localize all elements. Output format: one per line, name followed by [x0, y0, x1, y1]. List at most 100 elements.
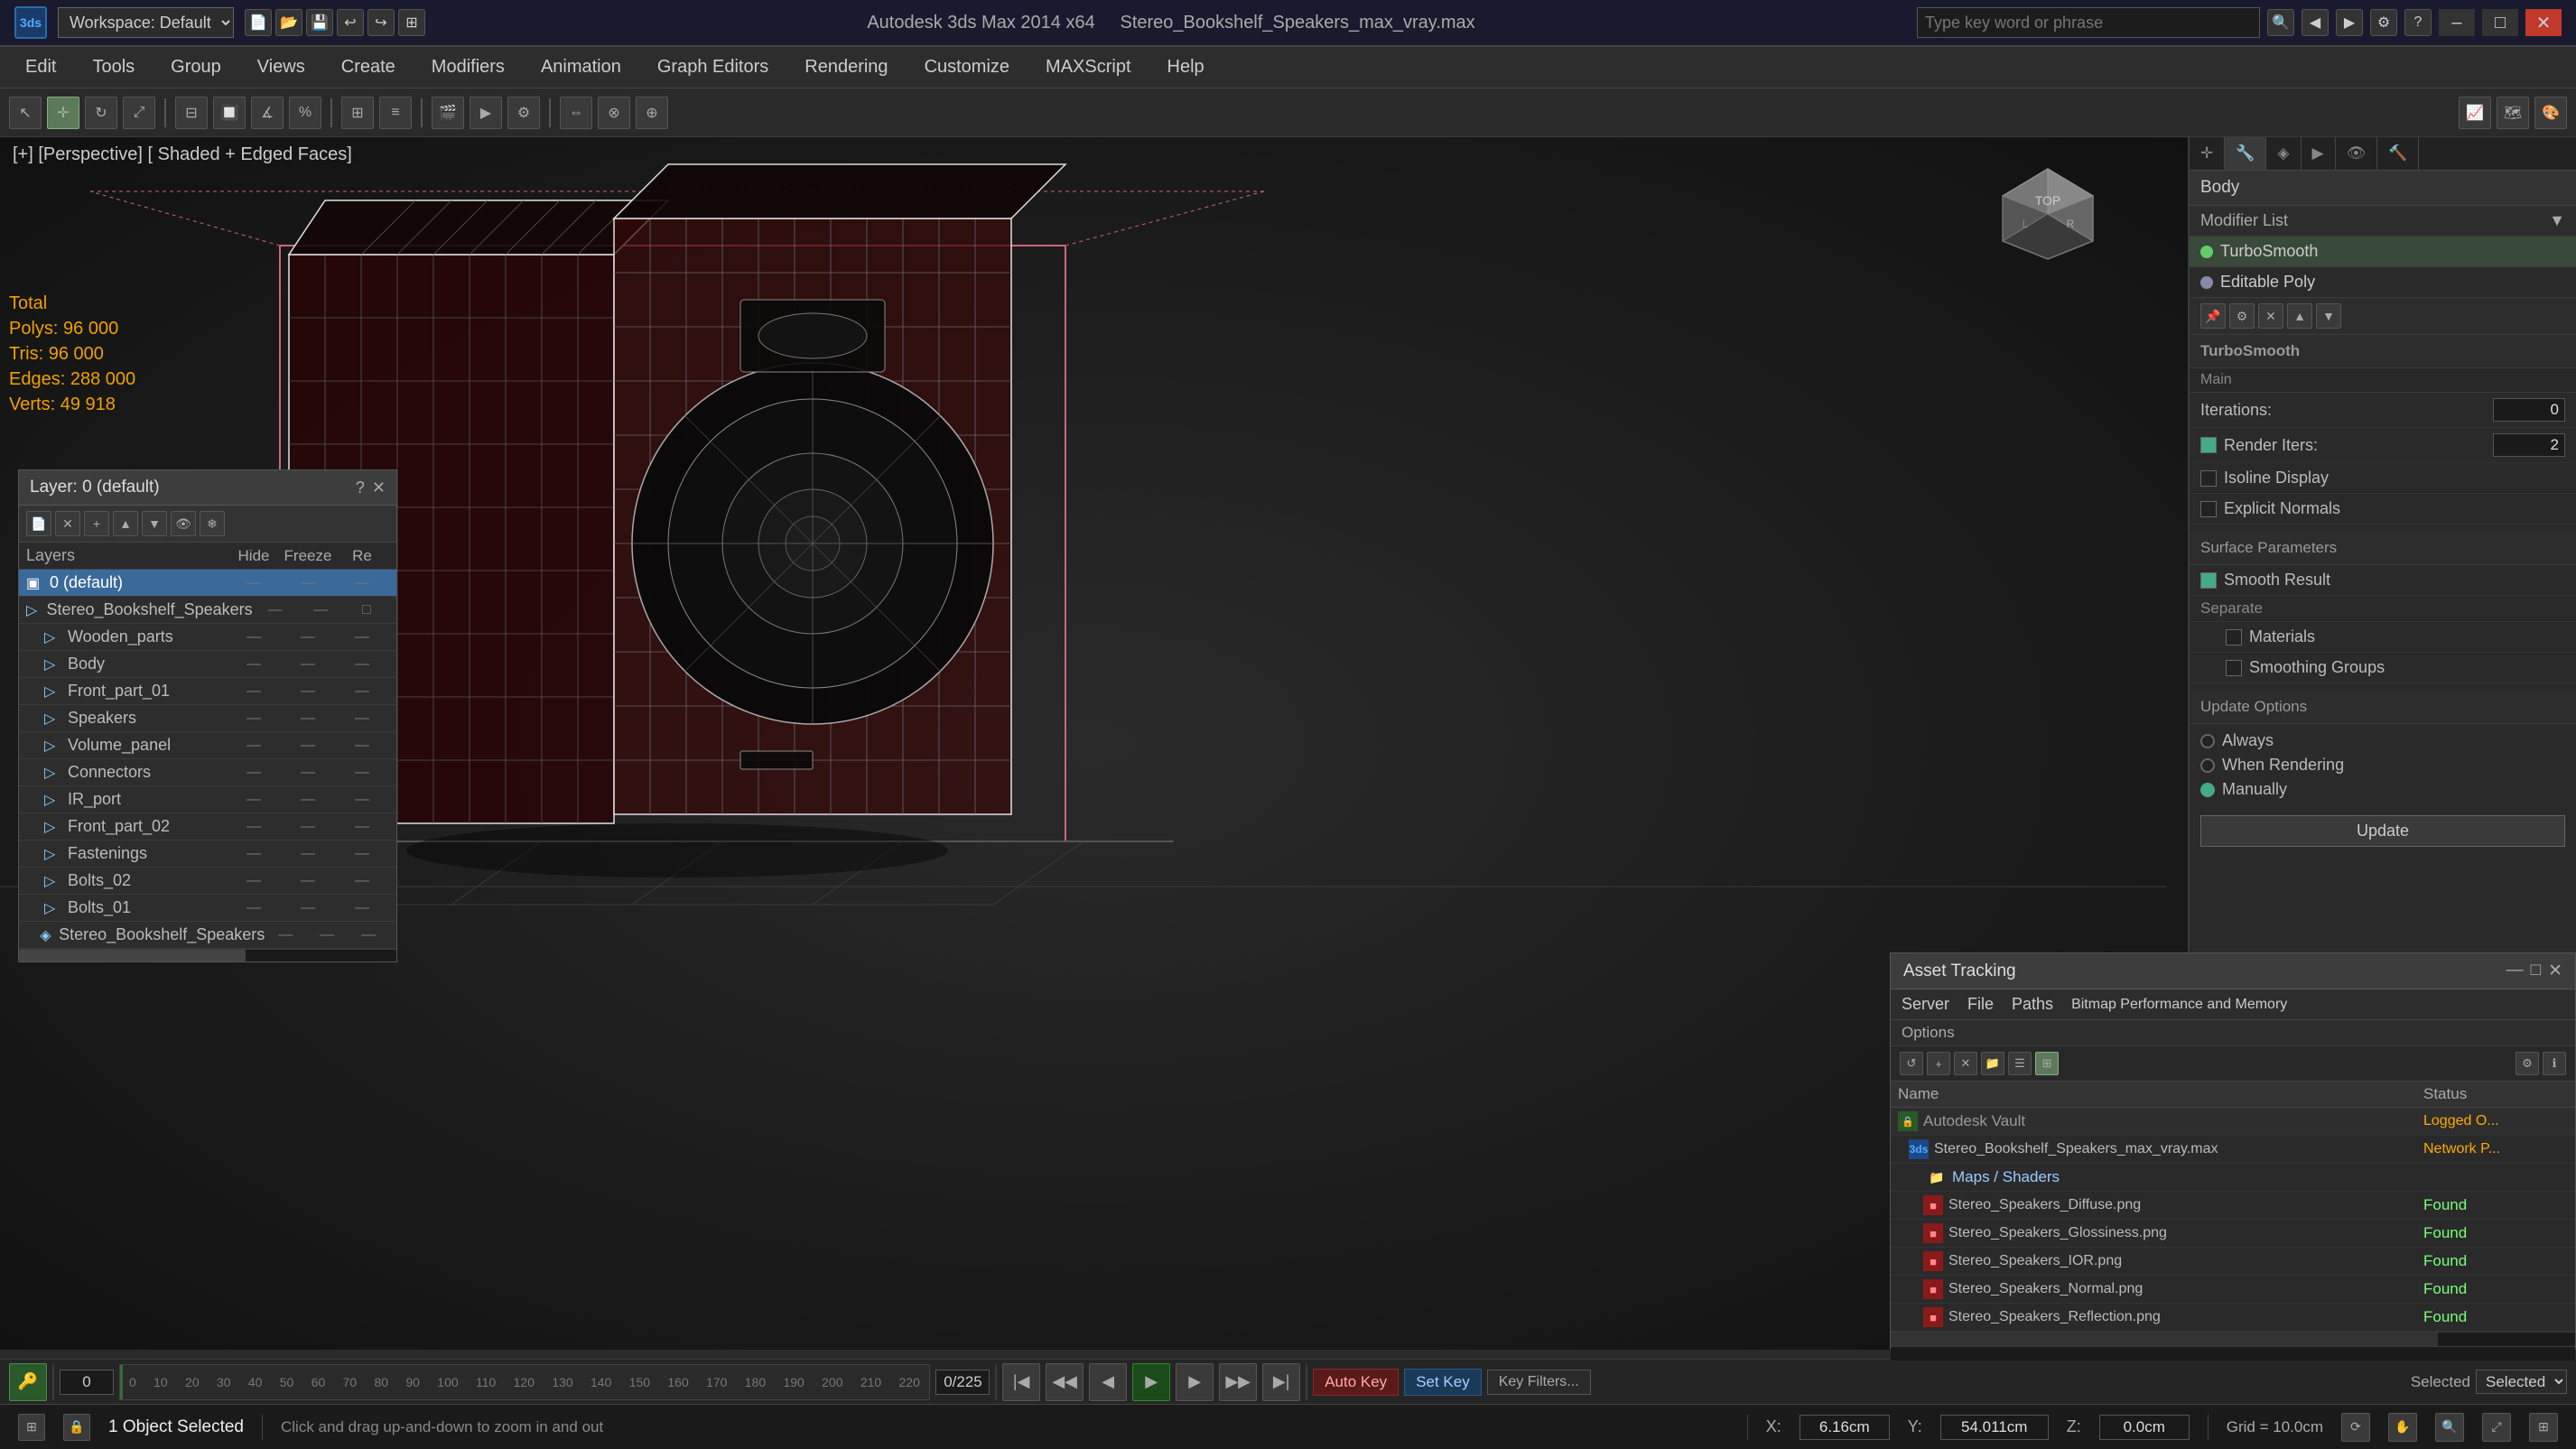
menu-group[interactable]: Group [154, 51, 237, 83]
select-tool[interactable]: ↖ [9, 97, 42, 129]
help-icon[interactable]: ? [2404, 9, 2432, 36]
asset-row-t2[interactable]: ■ Stereo_Speakers_Glossiness.png Found [1891, 1220, 2575, 1248]
minimize-button[interactable]: – [2439, 9, 2475, 36]
layer-item-6[interactable]: ▷ Volume_panel — — — [19, 732, 396, 759]
new-file-icon[interactable]: 📄 [245, 9, 272, 36]
settings-icon[interactable]: ⚙ [2370, 9, 2397, 36]
move-tool[interactable]: ✛ [47, 97, 79, 129]
mirror-tool[interactable]: ⇔ [560, 97, 592, 129]
next-frame-btn[interactable]: ▶ [1176, 1363, 1214, 1401]
search-icon[interactable]: 🔍 [2267, 9, 2294, 36]
go-start-btn[interactable]: |◀ [1002, 1363, 1040, 1401]
modifier-editable-poly[interactable]: Editable Poly [2190, 267, 2576, 298]
save-file-icon[interactable]: 💾 [306, 9, 333, 36]
go-end-btn[interactable]: ▶| [1262, 1363, 1300, 1401]
mod-up-btn[interactable]: ▲ [2287, 303, 2312, 329]
rp-tab-create[interactable]: ✛ [2190, 137, 2225, 170]
asset-row-t4[interactable]: ■ Stereo_Speakers_Normal.png Found [1891, 1276, 2575, 1304]
array-tool[interactable]: ⊗ [598, 97, 630, 129]
layer-item-0[interactable]: ▣ 0 (default) — — — [19, 570, 396, 597]
layers-delete-btn[interactable]: ✕ [55, 511, 80, 536]
quick-render-tool[interactable]: ▶ [470, 97, 502, 129]
asset-add-btn[interactable]: + [1927, 1052, 1950, 1075]
zoom-extent-all-btn[interactable]: ⤢ [2482, 1413, 2511, 1442]
when-rendering-radio[interactable]: When Rendering [2200, 756, 2565, 775]
play-btn[interactable]: ▶ [1132, 1363, 1170, 1401]
layer-item-13[interactable]: ◈ Stereo_Bookshelf_Speakers — — — [19, 922, 396, 949]
selected-dropdown[interactable]: Selected [2476, 1370, 2567, 1394]
asset-options-label[interactable]: Options [1902, 1024, 1955, 1041]
set-key-btn[interactable]: Set Key [1404, 1369, 1482, 1396]
asset-minimize-btn[interactable]: — [2506, 961, 2524, 981]
render-iters-input[interactable] [2493, 433, 2565, 457]
grid-icon[interactable]: ⊞ [18, 1414, 45, 1441]
pan-btn[interactable]: ✋ [2388, 1413, 2417, 1442]
next-search-icon[interactable]: ▶ [2336, 9, 2363, 36]
prev-search-icon[interactable]: ◀ [2302, 9, 2329, 36]
asset-close-btn[interactable]: ✕ [2548, 961, 2562, 981]
always-radio[interactable]: Always [2200, 731, 2565, 750]
layer-item-1[interactable]: ▷ Stereo_Bookshelf_Speakers — — □ [19, 597, 396, 624]
asset-remove-btn[interactable]: ✕ [1954, 1052, 1977, 1075]
schematic-view-tool[interactable]: 🗺 [2497, 97, 2529, 129]
layer-item-7[interactable]: ▷ Connectors — — — [19, 759, 396, 786]
explicit-normals-checkbox[interactable] [2200, 501, 2217, 517]
menu-animation[interactable]: Animation [525, 51, 637, 83]
x-value[interactable]: 6.16cm [1799, 1415, 1890, 1440]
rp-tab-motion[interactable]: ▶ [2302, 137, 2336, 170]
timeline-end[interactable]: 0/225 [935, 1370, 990, 1395]
layer-item-4[interactable]: ▷ Front_part_01 — — — [19, 678, 396, 705]
menu-maxscript[interactable]: MAXScript [1029, 51, 1147, 83]
rp-tab-display[interactable]: 👁 [2336, 137, 2378, 170]
viewport-icon[interactable]: ⊞ [398, 9, 425, 36]
asset-row-vault[interactable]: 🔒 Autodesk Vault Logged O... [1891, 1108, 2575, 1136]
key-filters-btn[interactable]: Key Filters... [1487, 1370, 1591, 1395]
timeline-start[interactable]: 0 [60, 1370, 114, 1395]
menu-customize[interactable]: Customize [908, 51, 1026, 83]
auto-key-btn[interactable]: Auto Key [1313, 1369, 1399, 1396]
mod-delete-btn[interactable]: ✕ [2258, 303, 2283, 329]
layer-item-2[interactable]: ▷ Wooden_parts — — — [19, 624, 396, 651]
asset-maximize-btn[interactable]: □ [2531, 961, 2541, 981]
manually-radio-btn[interactable] [2200, 783, 2215, 797]
snap-tool[interactable]: 🔲 [213, 97, 246, 129]
mod-down-btn[interactable]: ▼ [2316, 303, 2341, 329]
prev-frame-btn[interactable]: ◀ [1089, 1363, 1127, 1401]
layers-new-btn[interactable]: 📄 [26, 511, 51, 536]
asset-row-t5[interactable]: ■ Stereo_Speakers_Reflection.png Found [1891, 1304, 2575, 1332]
asset-detail-view-btn[interactable]: ⊞ [2035, 1052, 2059, 1075]
rp-tab-hierarchy[interactable]: ◈ [2266, 137, 2301, 170]
timeline-track[interactable]: 0 10 20 30 40 50 60 70 80 90 100 110 120… [119, 1364, 930, 1400]
asset-menu-bitmap[interactable]: Bitmap Performance and Memory [2071, 997, 2287, 1013]
asset-menu-file[interactable]: File [1967, 995, 1994, 1014]
material-editor-tool[interactable]: 🎨 [2534, 97, 2567, 129]
redo-icon[interactable]: ↪ [367, 9, 395, 36]
layers-hide-all-btn[interactable]: 👁 [171, 511, 196, 536]
reference-tool[interactable]: ⊟ [175, 97, 208, 129]
lock-icon[interactable]: 🔒 [63, 1414, 90, 1441]
asset-vscrollbar[interactable] [1891, 1346, 2575, 1361]
y-value[interactable]: 54.011cm [1940, 1415, 2049, 1440]
clone-tool[interactable]: ⊕ [636, 97, 668, 129]
orbit-btn[interactable]: ⟳ [2341, 1413, 2370, 1442]
maximize-vp-btn[interactable]: ⊞ [2529, 1413, 2558, 1442]
isoline-checkbox[interactable] [2200, 470, 2217, 487]
prev-key-btn[interactable]: ◀◀ [1046, 1363, 1083, 1401]
when-rendering-radio-btn[interactable] [2200, 758, 2215, 773]
curve-editor-tool[interactable]: 📈 [2459, 97, 2491, 129]
layers-scrollbar-thumb[interactable] [19, 950, 246, 961]
materials-checkbox[interactable] [2226, 629, 2242, 646]
gizmo-cube[interactable]: TOP R L [1998, 164, 2097, 264]
menu-edit[interactable]: Edit [9, 51, 72, 83]
menu-help[interactable]: Help [1151, 51, 1221, 83]
render-setup-tool[interactable]: ⚙ [507, 97, 540, 129]
menu-views[interactable]: Views [241, 51, 321, 83]
layer-tool[interactable]: ≡ [379, 97, 412, 129]
rotate-tool[interactable]: ↻ [85, 97, 117, 129]
create-key-btn[interactable]: 🔑 [9, 1363, 47, 1401]
align-tool[interactable]: ⊞ [341, 97, 374, 129]
asset-hscrollbar[interactable] [1891, 1332, 2575, 1346]
iterations-input[interactable] [2493, 398, 2565, 422]
asset-row-maps[interactable]: 📁 Maps / Shaders [1891, 1164, 2575, 1192]
asset-settings2-btn[interactable]: ⚙ [2516, 1052, 2539, 1075]
